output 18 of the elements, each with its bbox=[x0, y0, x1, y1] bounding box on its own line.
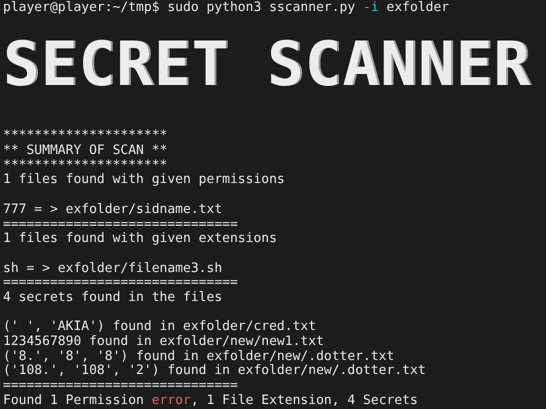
output-line: Found 1 Permission error, 1 File Extension, 4 Secrets bbox=[3, 394, 419, 408]
output-line: ********************* bbox=[3, 129, 168, 144]
output-line: ********************* bbox=[3, 158, 168, 173]
output-line: ============================== bbox=[3, 276, 239, 291]
output-line: 1234567890 found in exfolder/new/new1.txt bbox=[3, 335, 325, 350]
command-line: player@player:~/tmp$ sudo python3 sscanner.py -i exfolder bbox=[3, 1, 450, 16]
output-line: ('108.', '108', '2') found in exfolder/new/.dotter.txt bbox=[3, 364, 427, 380]
output-line: 1 files found with given permissions bbox=[3, 173, 286, 188]
output-line: sh = > exfolder/filename3.sh bbox=[3, 262, 224, 276]
output-line: (' ', 'AKIA') found in exfolder/cred.txt bbox=[3, 320, 318, 335]
output-line: ** SUMMARY OF SCAN ** bbox=[3, 144, 168, 159]
output-line: ============================== bbox=[3, 379, 239, 394]
output-line: 1 files found with given extensions bbox=[3, 232, 278, 247]
output-line: ============================== bbox=[3, 218, 239, 232]
output-line: 4 secrets found in the files bbox=[3, 290, 224, 306]
output-line: ('8.', '8', '8') found in exfolder/new/.dotter.txt bbox=[3, 350, 396, 364]
output-line: 777 = > exfolder/sidname.txt bbox=[3, 202, 224, 218]
banner-title: SECRET SCANNER bbox=[3, 36, 532, 93]
